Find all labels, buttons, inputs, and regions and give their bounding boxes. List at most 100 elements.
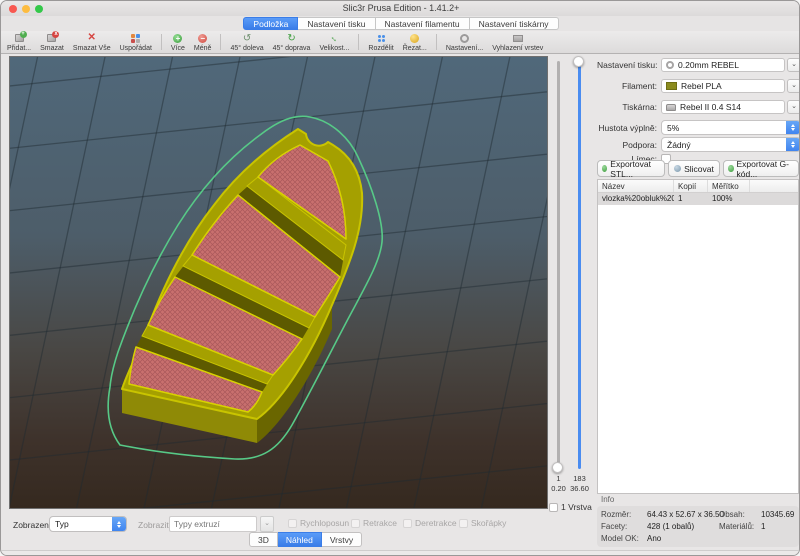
tab-nastaveni-tiskarny[interactable]: Nastavení tiskárny — [470, 17, 559, 30]
more-copies-button[interactable]: + Více — [171, 33, 185, 52]
print-preview-canvas — [10, 57, 547, 508]
minimize-window-icon[interactable] — [22, 5, 30, 13]
column-meritko[interactable]: Měřítko — [708, 180, 750, 192]
column-nazev[interactable]: Název — [598, 180, 674, 192]
toolbar-separator — [220, 34, 221, 50]
model-ok-value: Ano — [647, 534, 661, 543]
split-button[interactable]: Rozdělit — [368, 33, 393, 52]
toolbar-separator — [358, 34, 359, 50]
rozmer-value: 64.43 x 52.67 x 36.50 — [647, 510, 724, 519]
tab-nastaveni-filamentu[interactable]: Nastavení filamentu — [376, 17, 470, 30]
layer-slider-low-handle[interactable] — [552, 462, 563, 473]
add-object-icon: + — [15, 33, 24, 44]
slice-button[interactable]: Slicovat — [668, 160, 720, 177]
support-select[interactable]: Žádný — [661, 137, 800, 152]
obsah-label: Obsah: — [719, 510, 761, 519]
facety-label: Facety: — [601, 522, 647, 531]
layer-slider-high-handle[interactable] — [573, 56, 584, 67]
layer-smoothing-icon — [513, 33, 523, 44]
view-mode-label: Zobrazení — [13, 520, 51, 530]
delete-all-icon: ✕ — [88, 33, 96, 44]
printer-label: Tiskárna: — [597, 102, 661, 112]
rotate-left-icon: ↺ — [243, 33, 251, 44]
tab-preview-view[interactable]: Náhled — [278, 532, 322, 547]
window-footer — [1, 550, 800, 556]
facety-value: 428 (1 obalů) — [647, 522, 694, 531]
rotate-left-button[interactable]: ↺ 45° doleva — [230, 33, 263, 52]
tab-podlozka[interactable]: Podložka — [243, 17, 298, 30]
delete-object-button[interactable]: x Smazat — [40, 33, 64, 52]
3d-viewport[interactable] — [9, 56, 548, 509]
titlebar: Slic3r Prusa Edition - 1.41.2+ — [1, 1, 800, 16]
cut-button[interactable]: Řezat... — [403, 33, 427, 52]
tab-layers-view[interactable]: Vrstvy — [322, 532, 362, 547]
layer-low-value: 1 — [549, 474, 568, 483]
layer-slider-low-track[interactable] — [557, 61, 560, 469]
toggle-retrakce[interactable]: Retrakce — [351, 518, 397, 528]
tab-3d-view[interactable]: 3D — [249, 532, 278, 547]
print-settings-dropdown-button[interactable]: ⌄ — [787, 58, 800, 72]
fewer-copies-button[interactable]: − Méně — [194, 33, 212, 52]
scale-button[interactable]: ↔ Velikost... — [319, 33, 349, 52]
print-settings-label: Nastavení tisku: — [597, 60, 661, 70]
materialu-value: 1 — [761, 522, 765, 531]
split-icon — [378, 33, 385, 44]
object-settings-button[interactable]: Nastavení... — [446, 33, 483, 52]
app-window: Slic3r Prusa Edition - 1.41.2+ Podložka … — [0, 0, 800, 556]
layer-high-value: 183 — [570, 474, 589, 483]
filament-dropdown-button[interactable]: ⌄ — [787, 79, 800, 93]
rozmer-label: Rozměr: — [601, 510, 647, 519]
close-window-icon[interactable] — [9, 5, 17, 13]
single-layer-label: 1 Vrstva — [561, 502, 592, 512]
model-ok-label: Model OK: — [601, 534, 647, 543]
slice-icon — [674, 165, 681, 172]
arrange-icon — [131, 33, 140, 44]
scale-icon: ↔ — [327, 31, 341, 45]
print-settings-icon — [666, 61, 674, 69]
obsah-value: 10345.69 — [761, 510, 794, 519]
chevron-up-down-icon — [112, 516, 126, 532]
view-mode-segmented-control: 3D Náhled Vrstvy — [249, 532, 362, 547]
table-row[interactable]: vlozka%20obluk%204.stl 1 100% — [598, 193, 798, 205]
layer-slider-high-track[interactable] — [578, 61, 581, 469]
chevron-up-down-icon — [786, 120, 800, 135]
export-gcode-button[interactable]: Exportovat G-kód... — [723, 160, 799, 177]
infill-select[interactable]: 5% — [661, 120, 800, 135]
skorapky-checkbox[interactable] — [459, 519, 468, 528]
export-gcode-icon — [728, 165, 734, 172]
print-settings-combo[interactable]: 0.20mm REBEL — [661, 58, 785, 72]
toolbar-separator — [436, 34, 437, 50]
chevron-up-down-icon — [786, 137, 800, 152]
rotate-right-icon: ↻ — [287, 33, 295, 44]
retrakce-checkbox[interactable] — [351, 519, 360, 528]
rychloposun-checkbox[interactable] — [288, 519, 297, 528]
column-kopii[interactable]: Kopií — [674, 180, 708, 192]
toggle-skorapky[interactable]: Skořápky — [459, 518, 506, 528]
view-mode-select[interactable]: Typ — [49, 516, 127, 532]
printer-combo[interactable]: Rebel II 0.4 S14 — [661, 100, 785, 114]
add-object-button[interactable]: + Přidat... — [7, 33, 31, 52]
toggle-rychloposun[interactable]: Rychloposun — [288, 518, 349, 528]
delete-all-button[interactable]: ✕ Smazat Vše — [73, 33, 111, 52]
zoom-window-icon[interactable] — [35, 5, 43, 13]
extrusion-filter-input[interactable] — [169, 516, 257, 532]
extrusion-filter-dropdown-button[interactable]: ⌄ — [260, 516, 274, 532]
more-copies-icon: + — [173, 33, 182, 44]
printer-dropdown-button[interactable]: ⌄ — [787, 100, 800, 114]
rotate-right-button[interactable]: ↻ 45° doprava — [273, 33, 311, 52]
main-tabbar: Podložka Nastavení tisku Nastavení filam… — [1, 16, 800, 31]
printer-icon — [666, 104, 676, 111]
single-layer-checkbox[interactable] — [549, 503, 558, 512]
arrange-button[interactable]: Uspořádat — [120, 33, 152, 52]
export-stl-icon — [602, 165, 607, 172]
show-label: Zobrazit — [138, 520, 169, 530]
filament-combo[interactable]: Rebel PLA — [661, 79, 785, 93]
deretrakce-checkbox[interactable] — [403, 519, 412, 528]
settings-panel: Nastavení tisku: 0.20mm REBEL ⌄ Filament… — [597, 56, 800, 511]
export-stl-button[interactable]: Exportovat STL... — [597, 160, 665, 177]
toggle-deretrakce[interactable]: Deretrakce — [403, 518, 457, 528]
filament-label: Filament: — [597, 81, 661, 91]
layer-high-height: 36.60 — [566, 484, 593, 493]
layer-smoothing-button[interactable]: Vyhlazení vrstev — [492, 33, 543, 52]
tab-nastaveni-tisku[interactable]: Nastavení tisku — [298, 17, 375, 30]
